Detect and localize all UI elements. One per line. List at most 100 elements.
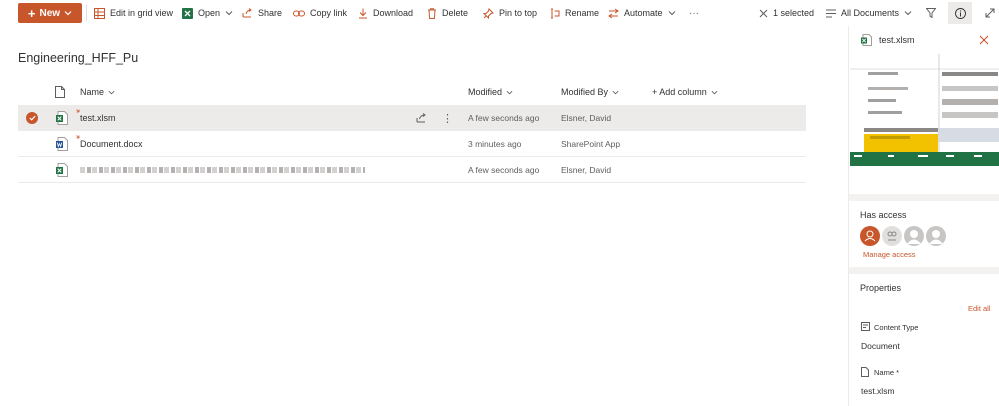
- table-row[interactable]: A few seconds ago Elsner, David: [18, 157, 806, 183]
- excel-file-icon: [861, 34, 872, 46]
- list-view-icon: [826, 9, 836, 17]
- download-button[interactable]: Download: [358, 5, 413, 21]
- content-type-icon: [861, 322, 870, 331]
- excel-file-icon: [56, 111, 68, 125]
- column-header-modified[interactable]: Modified: [468, 84, 513, 100]
- modified-by-value[interactable]: Elsner, David: [561, 157, 611, 183]
- automate-label: Automate: [624, 8, 663, 18]
- edit-all-link[interactable]: Edit all: [968, 304, 991, 313]
- pin-icon: [483, 7, 494, 19]
- modified-value: A few seconds ago: [468, 113, 540, 123]
- add-column-button[interactable]: + Add column: [652, 84, 718, 100]
- more-commands-button[interactable]: ···: [689, 5, 699, 21]
- table-row[interactable]: test.xlsm ⋮ A few seconds ago Elsner, Da…: [18, 105, 806, 131]
- file-name[interactable]: Document.docx: [80, 131, 143, 157]
- copy-link-label: Copy link: [310, 8, 348, 18]
- new-button-label: New: [39, 7, 61, 19]
- document-icon: [861, 367, 869, 377]
- spreadsheet-thumbnail: [850, 54, 999, 166]
- info-pane-button[interactable]: [948, 2, 972, 24]
- modified-by-value[interactable]: SharePoint App: [561, 131, 620, 157]
- divider: [86, 5, 87, 21]
- column-header-modified-by[interactable]: Modified By: [561, 84, 619, 100]
- column-header-modified-label: Modified: [468, 87, 503, 97]
- name-field-value[interactable]: test.xlsm: [861, 386, 895, 396]
- file-preview[interactable]: [850, 54, 999, 166]
- avatar[interactable]: [882, 226, 902, 246]
- grid-icon: [94, 7, 105, 19]
- column-header-name[interactable]: Name: [80, 84, 115, 100]
- copy-link-button[interactable]: Copy link: [293, 5, 347, 21]
- details-pane: test.xlsm Has access Manage access Prope…: [848, 26, 999, 406]
- modified-value: 3 minutes ago: [468, 139, 522, 149]
- automate-icon: [608, 8, 619, 18]
- expand-button[interactable]: [985, 5, 995, 21]
- clear-selection-button[interactable]: 1 selected: [759, 5, 814, 21]
- row-checkmark-icon[interactable]: [26, 112, 38, 124]
- selected-count-label: 1 selected: [773, 8, 815, 18]
- view-switcher[interactable]: All Documents: [826, 5, 912, 21]
- chevron-down-icon: [506, 90, 513, 94]
- delete-button[interactable]: Delete: [427, 5, 468, 21]
- chevron-down-icon: [612, 90, 619, 94]
- rename-icon: [551, 8, 560, 18]
- row-more-icon[interactable]: ⋮: [442, 105, 453, 131]
- pin-to-top-label: Pin to top: [499, 8, 538, 18]
- plus-icon: +: [27, 5, 36, 21]
- info-icon: [954, 7, 966, 19]
- download-label: Download: [373, 8, 414, 18]
- person-icon: [907, 230, 921, 244]
- chevron-down-icon: [668, 11, 675, 16]
- column-header-name-label: Name: [80, 87, 105, 97]
- column-header-modified-by-label: Modified By: [561, 87, 609, 97]
- command-bar: + New Edit in grid view Open Share Copy …: [0, 0, 999, 26]
- avatar[interactable]: [926, 226, 946, 246]
- filter-icon: [926, 8, 936, 18]
- chevron-down-icon: [64, 11, 72, 16]
- modified-by-value[interactable]: Elsner, David: [561, 105, 611, 131]
- section-divider: [849, 267, 999, 274]
- group-icon: [887, 231, 897, 241]
- new-button[interactable]: + New: [18, 3, 82, 23]
- trash-icon: [428, 7, 436, 19]
- open-label: Open: [198, 8, 221, 18]
- open-button[interactable]: Open: [182, 5, 233, 21]
- filter-button[interactable]: [926, 5, 936, 21]
- close-icon[interactable]: [979, 35, 989, 45]
- row-share-icon[interactable]: [416, 105, 427, 131]
- close-icon: [759, 9, 768, 17]
- pane-file-name: test.xlsm: [879, 35, 915, 45]
- person-icon: [864, 230, 876, 242]
- manage-access-link[interactable]: Manage access: [863, 250, 916, 259]
- excel-icon: [182, 7, 193, 19]
- chevron-down-icon: [904, 11, 912, 16]
- expand-icon: [985, 8, 995, 18]
- share-button[interactable]: Share: [242, 5, 282, 21]
- avatar[interactable]: [904, 226, 924, 246]
- content-type-label: Content Type: [874, 323, 919, 332]
- file-name-redacted[interactable]: [80, 157, 365, 183]
- table-row[interactable]: Document.docx 3 minutes ago SharePoint A…: [18, 131, 806, 157]
- chevron-down-icon: [711, 90, 718, 94]
- section-divider: [849, 194, 999, 201]
- rename-label: Rename: [565, 8, 600, 18]
- edit-grid-button[interactable]: Edit in grid view: [94, 5, 173, 21]
- file-type-column-header[interactable]: [55, 84, 65, 100]
- content-type-value[interactable]: Document: [861, 341, 900, 351]
- chevron-down-icon: [225, 11, 233, 16]
- edit-grid-label: Edit in grid view: [110, 8, 174, 18]
- share-label: Share: [258, 8, 283, 18]
- person-icon: [929, 230, 943, 244]
- avatar[interactable]: [860, 226, 880, 246]
- add-column-label: + Add column: [652, 87, 707, 97]
- file-type-icon: [55, 86, 65, 98]
- chevron-down-icon: [108, 90, 115, 94]
- rename-button[interactable]: Rename: [549, 5, 599, 21]
- link-icon: [293, 10, 305, 16]
- view-label: All Documents: [841, 8, 900, 18]
- redacted-text: [80, 167, 365, 173]
- file-name[interactable]: test.xlsm: [80, 105, 116, 131]
- automate-button[interactable]: Automate: [608, 5, 676, 21]
- pin-to-top-button[interactable]: Pin to top: [483, 5, 537, 21]
- modified-value: A few seconds ago: [468, 165, 540, 175]
